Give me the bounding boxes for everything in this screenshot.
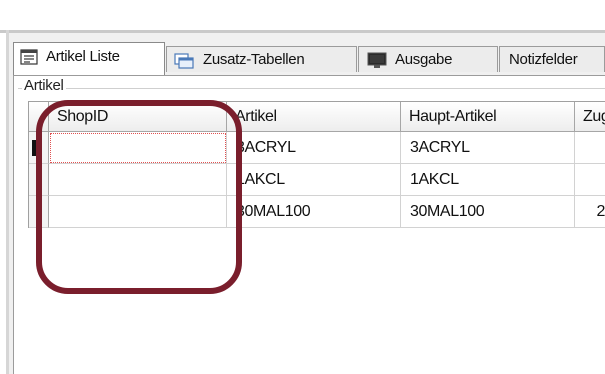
cell-shopid[interactable] bbox=[49, 132, 227, 164]
cell-zug[interactable]: 2 bbox=[575, 196, 605, 228]
tab-ausgabe[interactable]: Ausgabe bbox=[358, 46, 498, 72]
row-selector[interactable] bbox=[29, 196, 49, 228]
tab-label: Artikel Liste bbox=[46, 48, 120, 65]
windows-icon bbox=[174, 52, 194, 69]
row-selector[interactable] bbox=[29, 132, 49, 164]
artikel-grid: ShopID Artikel Haupt-Artikel Zug 3ACRYL … bbox=[28, 101, 605, 228]
cell-haupt-artikel[interactable]: 1AKCL bbox=[401, 164, 575, 196]
monitor-icon bbox=[367, 52, 387, 68]
tab-label: Notizfelder bbox=[509, 51, 578, 68]
tab-label: Zusatz-Tabellen bbox=[203, 51, 305, 68]
cell-shopid[interactable] bbox=[49, 196, 227, 228]
cell-zug[interactable] bbox=[575, 132, 605, 164]
cell-haupt-artikel[interactable]: 3ACRYL bbox=[401, 132, 575, 164]
tab-zusatz-tabellen[interactable]: Zusatz-Tabellen bbox=[166, 46, 357, 72]
tab-artikel-liste[interactable]: Artikel Liste bbox=[13, 42, 165, 75]
current-row-icon bbox=[32, 140, 38, 156]
column-header-artikel[interactable]: Artikel bbox=[227, 102, 401, 132]
group-border bbox=[18, 88, 605, 89]
cell-artikel[interactable]: 30MAL100 bbox=[227, 196, 401, 228]
tab-notizfelder[interactable]: Notizfelder bbox=[499, 46, 605, 72]
cell-shopid[interactable] bbox=[49, 164, 227, 196]
column-header-shopid[interactable]: ShopID bbox=[49, 102, 227, 132]
artikel-window: Artikel Liste Zusatz-Tabellen Ausgabe No… bbox=[9, 33, 605, 374]
column-header-haupt-artikel[interactable]: Haupt-Artikel bbox=[401, 102, 575, 132]
cell-zug[interactable] bbox=[575, 164, 605, 196]
group-label-artikel: Artikel bbox=[22, 77, 66, 94]
list-icon bbox=[20, 48, 38, 65]
top-toolbar-strip bbox=[0, 0, 605, 33]
artikel-panel: Artikel ShopID Artikel Haupt-Artikel Zug… bbox=[13, 75, 605, 374]
column-header-zug[interactable]: Zug bbox=[575, 102, 605, 132]
cell-artikel[interactable]: 3ACRYL bbox=[227, 132, 401, 164]
row-header-corner bbox=[29, 102, 49, 132]
cell-artikel[interactable]: 1AKCL bbox=[227, 164, 401, 196]
tab-label: Ausgabe bbox=[395, 51, 453, 68]
cell-haupt-artikel[interactable]: 30MAL100 bbox=[401, 196, 575, 228]
row-selector[interactable] bbox=[29, 164, 49, 196]
